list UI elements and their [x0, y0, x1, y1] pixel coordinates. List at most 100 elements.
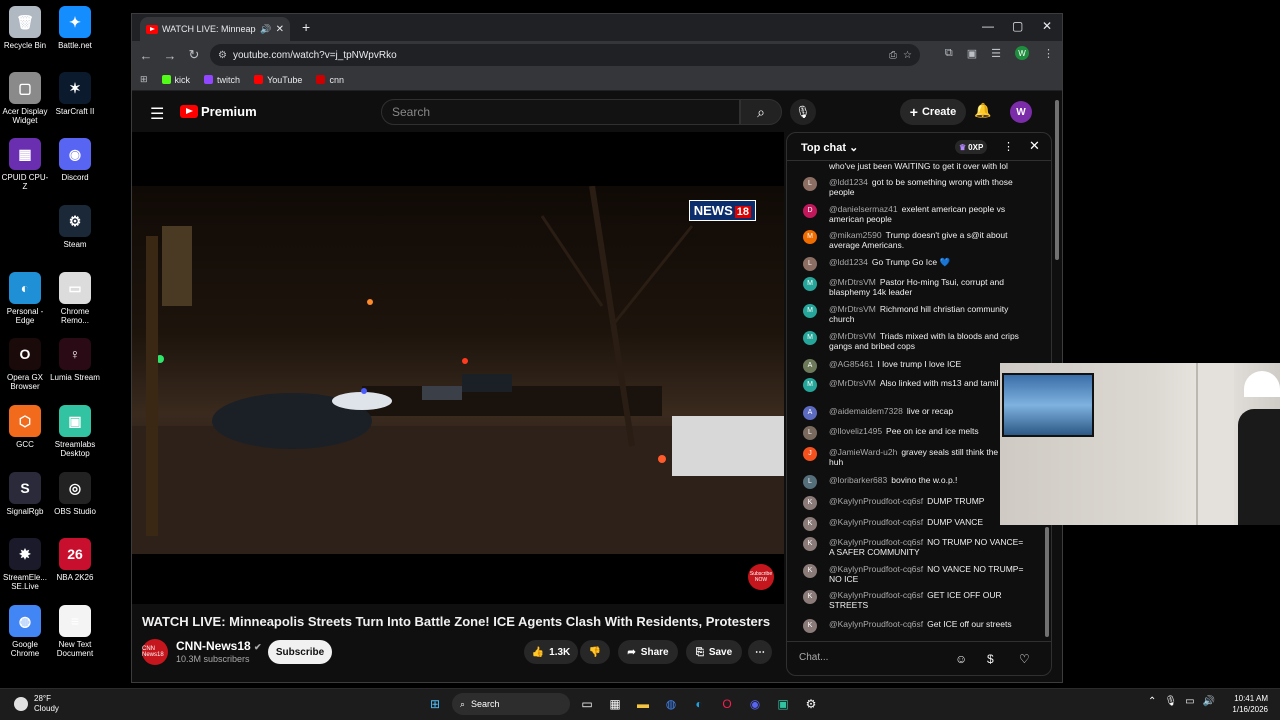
- reload-button[interactable]: ↻: [182, 47, 206, 63]
- weather-widget[interactable]: 28°F Cloudy: [14, 694, 59, 714]
- desktop-icon-acer-display-widget[interactable]: ▢ Acer Display Widget: [0, 72, 50, 125]
- bookmark-kick[interactable]: kick: [161, 75, 190, 85]
- chat-avatar[interactable]: M: [803, 331, 817, 345]
- opera-gx-icon[interactable]: O: [716, 693, 738, 715]
- back-button[interactable]: ←: [134, 48, 158, 63]
- settings-icon[interactable]: ⚙: [800, 693, 822, 715]
- chrome-icon[interactable]: ◍: [660, 693, 682, 715]
- volume-icon[interactable]: 🔊: [1203, 696, 1215, 707]
- desktop-icon-google-chrome[interactable]: ◍ Google Chrome: [0, 605, 50, 658]
- chat-message[interactable]: K @KaylynProudfoot-cq6sf GET ICE OFF OUR S…: [803, 590, 1029, 610]
- network-icon[interactable]: ▭: [1185, 696, 1194, 707]
- desktop-icon-cpuid-cpu-z[interactable]: ▦ CPUID CPU-Z: [0, 138, 50, 191]
- chat-author[interactable]: @MrDtrsVM: [829, 304, 876, 314]
- desktop-icon-opera-gx-browser[interactable]: O Opera GX Browser: [0, 338, 50, 391]
- desktop-icon-chrome-remo[interactable]: ▭ Chrome Remo...: [50, 272, 100, 325]
- chat-message[interactable]: M @MrDtrsVM Pastor Ho-ming Tsui, corrupt a…: [803, 277, 1029, 297]
- chat-avatar[interactable]: D: [803, 204, 817, 218]
- desktop-icon-streamlabs-desktop[interactable]: ▣ Streamlabs Desktop: [50, 405, 100, 458]
- emoji-icon[interactable]: ☺: [955, 652, 967, 666]
- chat-author[interactable]: @ldd1234: [829, 177, 868, 187]
- chat-message[interactable]: K @KaylynProudfoot-cq6sf DUMP VANCE: [803, 517, 1029, 531]
- bookmark-cnn[interactable]: cnn: [316, 75, 344, 85]
- chat-author[interactable]: @AG85461: [829, 359, 874, 369]
- chat-avatar[interactable]: M: [803, 277, 817, 291]
- chat-avatar[interactable]: J: [803, 447, 817, 461]
- chat-avatar[interactable]: K: [803, 564, 817, 578]
- dislike-button[interactable]: 👎: [580, 640, 610, 664]
- desktop-icon-personal-edge[interactable]: ◐ Personal - Edge: [0, 272, 50, 325]
- user-avatar[interactable]: W: [1010, 101, 1032, 123]
- tab-close-icon[interactable]: ✕: [276, 24, 284, 35]
- chat-author[interactable]: @MrDtrsVM: [829, 331, 876, 341]
- chat-author[interactable]: @KaylynProudfoot-cq6sf: [829, 590, 923, 600]
- chat-author[interactable]: @aidemaidem7328: [829, 406, 903, 416]
- address-bar[interactable]: ⚙ youtube.com/watch?v=j_tpNWpvRko ⎙ ☆: [210, 44, 920, 66]
- chat-author[interactable]: @lloveliz1495: [829, 426, 882, 436]
- desktop-icon-steam[interactable]: ⚙ Steam: [50, 205, 100, 249]
- chat-avatar[interactable]: M: [803, 230, 817, 244]
- edge-icon[interactable]: ◐: [688, 693, 710, 715]
- chat-avatar[interactable]: K: [803, 590, 817, 604]
- minimize-button[interactable]: —: [982, 19, 994, 33]
- search-button[interactable]: ⌕: [740, 99, 782, 125]
- subscribe-watermark[interactable]: Subscribe NOW: [748, 564, 774, 590]
- like-button[interactable]: 👍 1.3K: [524, 640, 578, 664]
- chat-avatar[interactable]: K: [803, 496, 817, 510]
- desktop-icon-signalrgb[interactable]: S SignalRgb: [0, 472, 50, 516]
- chat-avatar[interactable]: K: [803, 619, 817, 633]
- chat-message[interactable]: L @ldd1234 Go Trump Go Ice 💙: [803, 257, 1029, 271]
- taskbar-search[interactable]: ⌕ Search: [452, 693, 570, 715]
- chat-message[interactable]: L @lloveliz1495 Pee on ice and ice melts: [803, 426, 1029, 440]
- channel-avatar[interactable]: CNN News18: [142, 639, 168, 665]
- chat-avatar[interactable]: L: [803, 426, 817, 440]
- subscribe-button[interactable]: Subscribe: [268, 640, 332, 664]
- chat-message[interactable]: K @KaylynProudfoot-cq6sf NO TRUMP NO VANCE…: [803, 537, 1029, 557]
- chat-avatar[interactable]: M: [803, 304, 817, 318]
- site-info-icon[interactable]: ⚙: [218, 50, 227, 61]
- chat-author[interactable]: @MrDtrsVM: [829, 277, 876, 287]
- desktop-icon-new-text-document[interactable]: ≡ New Text Document: [50, 605, 100, 658]
- hamburger-menu-icon[interactable]: ☰: [150, 104, 164, 124]
- chat-message[interactable]: A @aidemaidem7328 live or recap: [803, 406, 1029, 420]
- search-input[interactable]: Search: [381, 99, 740, 125]
- chat-message[interactable]: L @loribarker683 bovino the w.o.p.!: [803, 475, 1029, 489]
- chat-avatar[interactable]: L: [803, 475, 817, 489]
- chat-avatar[interactable]: L: [803, 177, 817, 191]
- chat-author[interactable]: @loribarker683: [829, 475, 887, 485]
- start-button[interactable]: ⊞: [424, 693, 446, 715]
- chat-avatar[interactable]: K: [803, 537, 817, 551]
- share-button[interactable]: ➦ Share: [618, 640, 678, 664]
- chat-message[interactable]: A @AG85461 I love trump I love ICE: [803, 359, 1029, 373]
- bookmark-youtube[interactable]: YouTube: [254, 75, 302, 85]
- install-icon[interactable]: ⎙: [889, 50, 897, 61]
- chat-author[interactable]: @MrDtrsVM: [829, 378, 876, 388]
- chat-author[interactable]: @KaylynProudfoot-cq6sf: [829, 619, 923, 629]
- create-button[interactable]: + Create: [900, 99, 966, 125]
- super-chat-icon[interactable]: $: [987, 652, 994, 666]
- tab-youtube-live[interactable]: WATCH LIVE: Minneapolis S 🔊 ✕: [140, 17, 290, 41]
- notifications-bell-icon[interactable]: 🔔: [974, 102, 991, 119]
- chat-message[interactable]: who've just been WAITING to get it over …: [803, 161, 1029, 171]
- chat-author[interactable]: @danielsermaz41: [829, 204, 898, 214]
- chat-close-icon[interactable]: ✕: [1029, 138, 1040, 154]
- chat-avatar[interactable]: L: [803, 257, 817, 271]
- chat-message[interactable]: K @KaylynProudfoot-cq6sf NO VANCE NO TRUMP…: [803, 564, 1029, 584]
- chat-message[interactable]: K @KaylynProudfoot-cq6sf Get ICE off our s…: [803, 619, 1029, 633]
- chat-author[interactable]: @mikam2590: [829, 230, 882, 240]
- voice-search-button[interactable]: 🎙: [790, 99, 816, 125]
- chat-avatar[interactable]: M: [803, 378, 817, 392]
- side-panel-icon[interactable]: ▣: [967, 47, 977, 60]
- chat-message[interactable]: M @MrDtrsVM Also linked with ms13 and tami…: [803, 378, 1029, 392]
- page-scroll-thumb[interactable]: [1055, 100, 1059, 260]
- chat-author[interactable]: @KaylynProudfoot-cq6sf: [829, 496, 923, 506]
- desktop-icon-obs-studio[interactable]: ◎ OBS Studio: [50, 472, 100, 516]
- chat-avatar[interactable]: K: [803, 517, 817, 531]
- top-chat-dropdown[interactable]: Top chat ⌄: [801, 141, 858, 154]
- chat-menu-icon[interactable]: ⋮: [1003, 140, 1014, 153]
- desktop-icon-battle-net[interactable]: ✦ Battle.net: [50, 6, 100, 50]
- extensions-icon[interactable]: ⧉: [945, 47, 953, 60]
- chat-author[interactable]: @KaylynProudfoot-cq6sf: [829, 537, 923, 547]
- desktop-icon-gcc[interactable]: ⬡ GCC: [0, 405, 50, 449]
- desktop-icon-discord[interactable]: ◉ Discord: [50, 138, 100, 182]
